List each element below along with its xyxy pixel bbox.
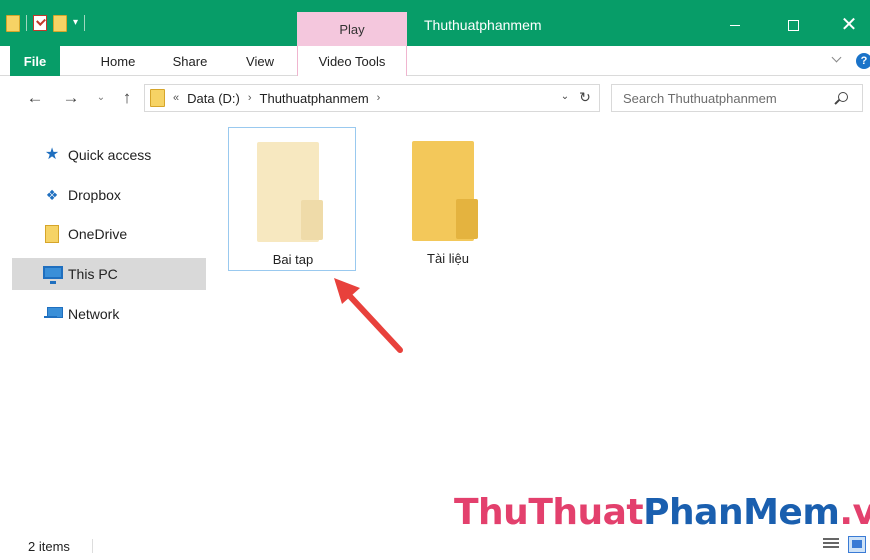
folder-item-bai-tap[interactable]: Bai tap [228,127,356,271]
folder-icon-flap [456,199,478,239]
search-box[interactable]: Search Thuthuatphanmem [611,84,863,112]
maximize-icon [787,19,799,31]
arrow-shaft [343,289,403,353]
expand-ribbon-icon[interactable] [832,54,842,64]
recent-locations-button[interactable]: ⌄ [90,87,112,109]
nav-item-label: OneDrive [68,226,128,242]
item-count: 2 items [28,539,70,554]
overflow-crumbs[interactable]: « [173,92,179,104]
new-folder-icon[interactable] [53,14,67,32]
network-icon [42,305,63,323]
window-title: Thuthuatphanmem [424,17,542,33]
search-input[interactable]: Search Thuthuatphanmem [623,91,777,106]
nav-item-network[interactable]: Network [12,298,206,330]
folder-name: Bai tap [272,252,314,267]
file-explorer-window: ▾ Play Thuthuatphanmem ✕ File Home Share… [0,0,870,560]
nav-item-label: This PC [68,266,118,282]
properties-icon[interactable] [33,15,47,31]
minimize-icon [730,24,740,26]
navigation-pane: ★ Quick access ❖ Dropbox OneDrive This P… [12,135,208,525]
folder-icon-flap [301,200,323,240]
folder-name: Tài liệu [427,251,469,266]
nav-item-label: Network [68,306,120,322]
tab-home[interactable]: Home [88,46,148,76]
nav-item-dropbox[interactable]: ❖ Dropbox [12,179,206,211]
help-icon[interactable]: ? [856,53,870,69]
nav-item-label: Quick access [68,147,152,163]
title-bar: ▾ Play Thuthuatphanmem ✕ [0,0,870,46]
forward-button[interactable]: → [60,87,82,109]
watermark-part: ThuThuat [454,492,644,533]
star-icon: ★ [44,146,60,163]
refresh-icon[interactable]: ↻ [577,89,593,107]
breadcrumb-separator[interactable]: › [377,92,381,104]
file-list: Bai tap Tài liệu [210,119,870,529]
address-bar[interactable]: « Data (D:) › Thuthuatphanmem › ⌄ ↻ [144,84,600,112]
watermark-part: PhanMem [643,492,840,533]
toolbar-divider [26,15,27,31]
minimize-button[interactable] [712,10,758,40]
search-icon[interactable] [838,92,848,102]
nav-item-label: Dropbox [68,187,121,203]
breadcrumb-data-drive[interactable]: Data (D:) [187,91,240,106]
folder-icon [255,142,331,244]
customize-toolbar-icon[interactable]: ▾ [73,18,78,28]
tab-share[interactable]: Share [164,46,216,76]
back-button[interactable]: ← [24,87,46,109]
tab-view[interactable]: View [234,46,286,76]
tab-play-context[interactable]: Play [297,12,407,46]
nav-item-quick-access[interactable]: ★ Quick access [12,139,206,171]
ribbon-tabs: File Home Share View Video Tools ? [0,46,870,76]
watermark: ThuThuatPhanMem.vn [454,492,870,533]
folder-icon[interactable] [6,14,20,32]
address-dropdown-icon[interactable]: ⌄ [559,91,571,105]
annotation-arrow [334,278,403,353]
large-icons-view-icon[interactable] [848,536,866,553]
maximize-button[interactable] [770,10,816,40]
watermark-part: .vn [839,492,870,533]
onedrive-folder-icon [45,225,59,243]
toolbar-divider [84,15,86,31]
quick-access-toolbar: ▾ [6,12,86,34]
folder-icon [150,89,165,107]
status-bar: 2 items [0,529,870,560]
details-view-icon[interactable] [823,538,839,552]
dropbox-icon: ❖ [45,187,59,203]
computer-icon [43,266,63,284]
nav-item-this-pc[interactable]: This PC [12,258,206,290]
up-button[interactable]: ↑ [116,87,138,109]
close-icon: ✕ [840,14,858,36]
tab-video-tools[interactable]: Video Tools [297,46,407,76]
status-divider [92,539,93,553]
folder-item-tai-lieu[interactable]: Tài liệu [384,127,512,271]
breadcrumb-current-folder[interactable]: Thuthuatphanmem [260,91,369,106]
folder-icon [410,141,486,243]
address-toolbar: ← → ⌄ ↑ « Data (D:) › Thuthuatphanmem › … [0,77,870,119]
nav-item-onedrive[interactable]: OneDrive [12,218,206,250]
tab-file[interactable]: File [10,46,60,76]
close-button[interactable]: ✕ [826,10,870,40]
breadcrumb-separator[interactable]: › [248,92,252,104]
